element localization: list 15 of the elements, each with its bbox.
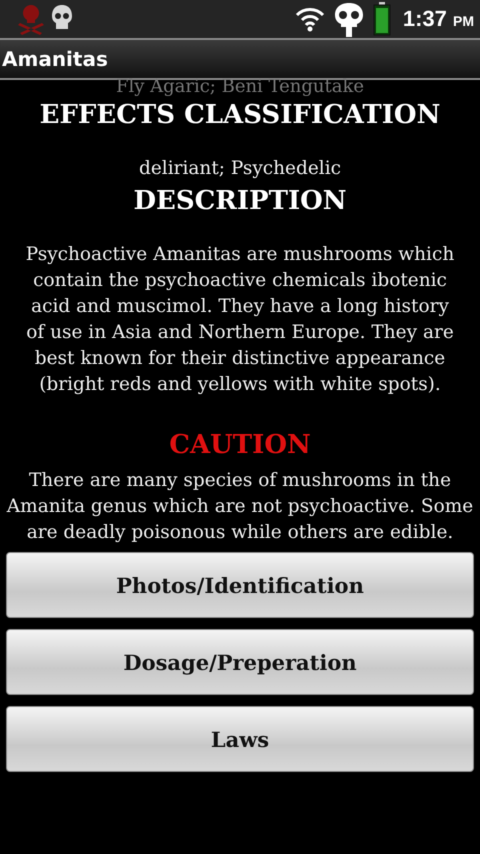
body-text: deliriant; Psychedelic: [138, 157, 342, 181]
section-heading: EFFECTS CLASSIFICATION: [40, 99, 440, 132]
wifi-icon: [294, 6, 325, 32]
body-text: Psychoactive Amanitas are mushrooms which contain the psychoactive chemicals ibotenic acid and muscimol. They have a long history of use in Asia and Northern Europe. They are best known for their distinctive appearance (bright reds and yellows with white spots).: [24, 243, 456, 397]
clock: 1:37 PM: [402, 6, 474, 32]
body-text: There are many species of mushrooms in the Amanita genus which are not psychoactive. Some are deadly poisonous while others are edible.: [6, 469, 474, 545]
section-heading: DESCRIPTION: [133, 185, 347, 218]
menu-button[interactable]: Laws: [6, 706, 474, 772]
battery-icon: [372, 2, 391, 36]
menu-button[interactable]: Dosage/Preperation: [6, 629, 474, 695]
screen-title: Amanitas: [1, 47, 108, 71]
menu-button[interactable]: Photos/Identification: [6, 552, 474, 618]
skull-crossbones-icon: [18, 3, 44, 35]
subtitle: Fly Agaric; Beni Tengutake: [116, 76, 364, 98]
caution-heading: CAUTION: [169, 429, 311, 462]
